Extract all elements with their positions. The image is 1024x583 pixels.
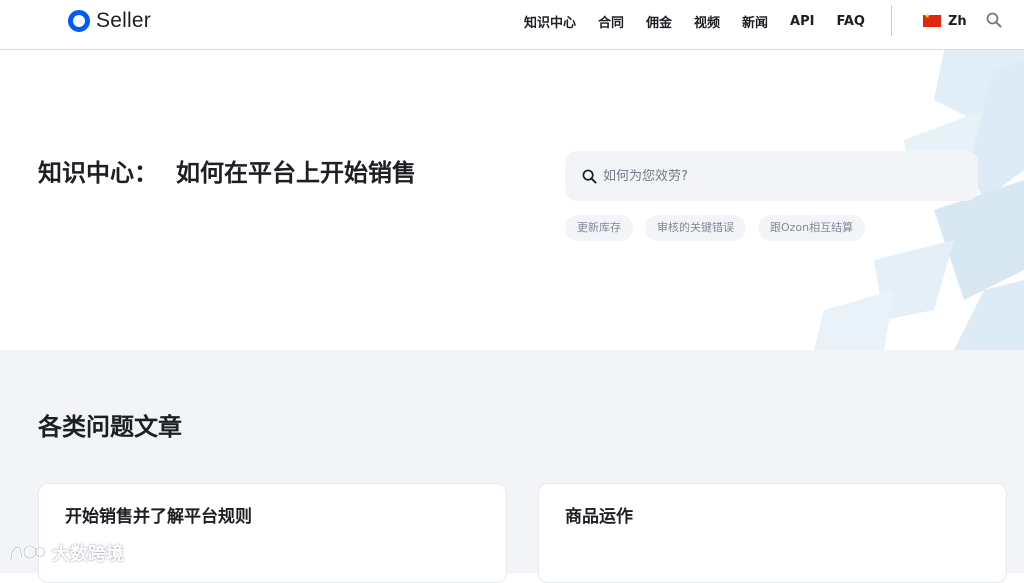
category-card-start-selling[interactable]: 开始销售并了解平台规则 [38, 483, 507, 583]
search-field-icon [582, 169, 597, 184]
chip-update-stock[interactable]: 更新库存 [565, 215, 633, 241]
category-card-title: 商品运作 [565, 507, 633, 527]
chip-settlement[interactable]: 跟Ozon相互结算 [758, 215, 866, 241]
logo-text: Seller [96, 9, 151, 32]
nav-item-faq[interactable]: FAQ [836, 14, 865, 29]
main-nav: 知识中心 合同 佣金 视频 新闻 API FAQ [524, 12, 865, 31]
categories-section: 各类问题文章 开始销售并了解平台规则 商品运作 [0, 350, 1024, 583]
chip-review-errors[interactable]: 审核的关键错误 [645, 215, 746, 241]
nav-divider [891, 5, 892, 36]
watermark-text: 大数跨境 [52, 544, 124, 565]
page-title: 知识中心： 如何在平台上开始销售 [38, 153, 416, 188]
suggestion-chips: 更新库存 审核的关键错误 跟Ozon相互结算 [565, 215, 877, 241]
knowledge-search[interactable] [565, 151, 978, 201]
categories-title: 各类问题文章 [38, 413, 182, 441]
nav-item-commission[interactable]: 佣金 [646, 12, 672, 31]
nav-item-video[interactable]: 视频 [694, 12, 720, 31]
nav-item-news[interactable]: 新闻 [742, 12, 768, 31]
logo-ring-icon [68, 10, 90, 32]
top-header: Seller 知识中心 合同 佣金 视频 新闻 API FAQ Zh [0, 0, 1024, 50]
category-card-products[interactable]: 商品运作 [538, 483, 1007, 583]
nav-item-knowledge[interactable]: 知识中心 [524, 12, 576, 31]
category-card-title: 开始销售并了解平台规则 [65, 507, 252, 527]
page-title-prefix: 知识中心： [38, 159, 158, 187]
seller-logo[interactable]: Seller [68, 8, 151, 34]
china-flag-icon [923, 12, 941, 27]
watermark: 大数跨境 [8, 539, 124, 567]
language-label: Zh [948, 13, 967, 29]
nav-item-api[interactable]: API [790, 14, 814, 29]
search-icon[interactable] [986, 12, 1002, 28]
page-title-main: 如何在平台上开始销售 [176, 159, 416, 187]
language-switcher[interactable]: Zh [923, 12, 967, 30]
hero-section: 知识中心： 如何在平台上开始销售 更新库存 审核的关键错误 跟Ozon相互结算 [0, 50, 1024, 350]
watermark-logo-icon [9, 544, 46, 561]
search-input[interactable] [603, 168, 943, 184]
nav-item-contract[interactable]: 合同 [598, 12, 624, 31]
